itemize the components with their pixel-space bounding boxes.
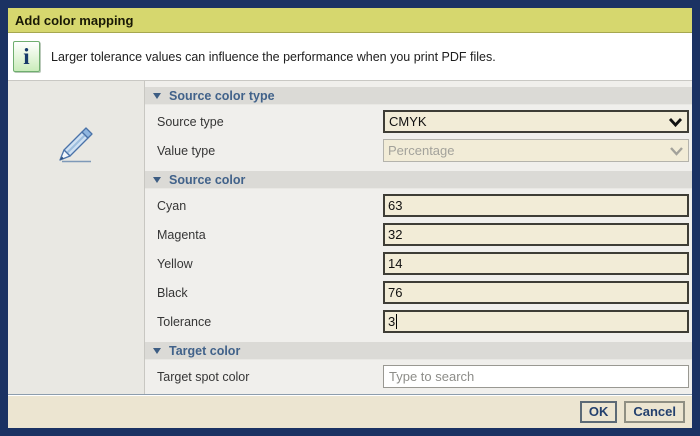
target-spot-color-label: Target spot color bbox=[157, 370, 383, 384]
cyan-row: Cyan bbox=[145, 194, 692, 217]
target-spot-color-row: Target spot color bbox=[145, 365, 692, 388]
collapse-arrow-icon bbox=[153, 348, 161, 354]
cyan-input[interactable] bbox=[383, 194, 689, 217]
black-input[interactable] bbox=[383, 281, 689, 304]
ok-button[interactable]: OK bbox=[580, 401, 618, 423]
section-title-source-color-type: Source color type bbox=[169, 89, 275, 103]
source-type-row: Source type CMYK bbox=[145, 110, 692, 133]
tolerance-row: Tolerance bbox=[145, 310, 692, 333]
black-row: Black bbox=[145, 281, 692, 304]
dialog-title: Add color mapping bbox=[15, 13, 133, 28]
magenta-label: Magenta bbox=[157, 228, 383, 242]
add-color-mapping-dialog: Add color mapping i Larger tolerance val… bbox=[0, 0, 700, 436]
tolerance-input[interactable] bbox=[383, 310, 689, 333]
text-cursor bbox=[396, 314, 397, 329]
source-type-select[interactable]: CMYK bbox=[383, 110, 689, 133]
section-title-source-color: Source color bbox=[169, 173, 245, 187]
dialog-sidebar bbox=[8, 81, 145, 394]
cyan-label: Cyan bbox=[157, 199, 383, 213]
dialog-footer: OK Cancel bbox=[8, 394, 692, 428]
section-header-target-color[interactable]: Target color bbox=[145, 342, 692, 360]
collapse-arrow-icon bbox=[153, 93, 161, 99]
magenta-row: Magenta bbox=[145, 223, 692, 246]
value-type-label: Value type bbox=[157, 144, 383, 158]
color-mapping-form: Source color type Source type CMYK Value… bbox=[145, 81, 692, 394]
yellow-row: Yellow bbox=[145, 252, 692, 275]
chevron-down-icon bbox=[669, 146, 684, 156]
dialog-titlebar: Add color mapping bbox=[8, 8, 692, 33]
black-label: Black bbox=[157, 286, 383, 300]
magenta-input[interactable] bbox=[383, 223, 689, 246]
info-message-text: Larger tolerance values can influence th… bbox=[51, 50, 496, 64]
section-header-source-color[interactable]: Source color bbox=[145, 171, 692, 189]
chevron-down-icon bbox=[668, 117, 683, 127]
value-type-row: Value type Percentage bbox=[145, 139, 692, 162]
source-type-label: Source type bbox=[157, 115, 383, 129]
collapse-arrow-icon bbox=[153, 177, 161, 183]
value-type-value: Percentage bbox=[388, 143, 669, 158]
section-title-target-color: Target color bbox=[169, 344, 240, 358]
tolerance-label: Tolerance bbox=[157, 315, 383, 329]
pencil-icon bbox=[51, 117, 101, 170]
target-spot-color-input[interactable] bbox=[383, 365, 689, 388]
source-type-value: CMYK bbox=[389, 114, 668, 129]
info-message-bar: i Larger tolerance values can influence … bbox=[8, 33, 692, 81]
dialog-body: Source color type Source type CMYK Value… bbox=[8, 81, 692, 394]
value-type-select: Percentage bbox=[383, 139, 689, 162]
yellow-input[interactable] bbox=[383, 252, 689, 275]
info-icon: i bbox=[13, 41, 40, 72]
section-header-source-color-type[interactable]: Source color type bbox=[145, 87, 692, 105]
cancel-button[interactable]: Cancel bbox=[624, 401, 685, 423]
yellow-label: Yellow bbox=[157, 257, 383, 271]
